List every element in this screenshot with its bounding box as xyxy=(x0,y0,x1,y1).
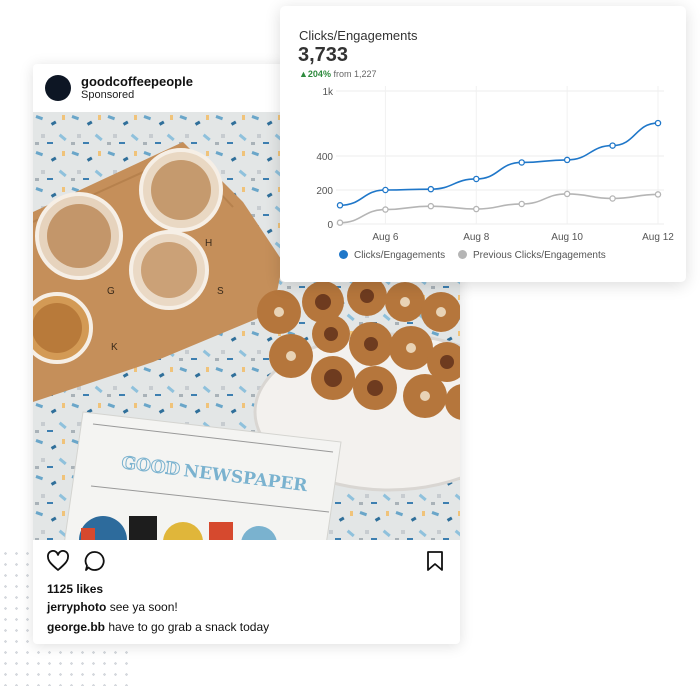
x-tick-label: Aug 10 xyxy=(551,232,583,243)
legend-dot-current xyxy=(339,250,348,259)
chart-legend: Clicks/Engagements Previous Clicks/Engag… xyxy=(339,250,616,261)
x-tick-label: Aug 8 xyxy=(463,232,490,243)
data-point xyxy=(336,219,344,226)
bookmark-icon[interactable] xyxy=(426,550,444,572)
data-point xyxy=(336,202,344,209)
data-point xyxy=(518,159,525,166)
legend-label: Previous Clicks/Engagements xyxy=(472,250,606,261)
board-letter-g: G xyxy=(107,286,115,297)
comment-text: see ya soon! xyxy=(109,600,178,614)
board-letter-s: S xyxy=(217,286,224,297)
y-tick-label: 1k xyxy=(322,87,334,98)
likes-count[interactable]: 1125 likes xyxy=(47,582,103,596)
post-username[interactable]: goodcoffeepeople xyxy=(81,74,193,89)
comment-item: jerryphoto see ya soon! xyxy=(47,600,178,614)
data-point xyxy=(382,206,389,213)
board-letter-k: K xyxy=(111,342,118,353)
engagement-line-chart: 0 200 400 1k Aug 6 Aug 8 Aug 10 Aug 12 xyxy=(316,86,674,243)
legend-label: Clicks/Engagements xyxy=(354,250,446,261)
y-tick-label: 0 xyxy=(327,220,333,231)
x-tick-label: Aug 12 xyxy=(642,232,674,243)
data-point xyxy=(473,205,480,213)
data-point xyxy=(563,190,571,198)
legend-dot-previous xyxy=(457,250,467,259)
comment-text: have to go grab a snack today xyxy=(108,620,270,634)
comment-item: george.bb have to go grab a snack today xyxy=(47,620,269,634)
heart-icon[interactable] xyxy=(46,550,70,572)
sponsored-label: Sponsored xyxy=(81,89,135,101)
legend-item-previous[interactable]: Previous Clicks/Engagements xyxy=(457,250,606,261)
series-line xyxy=(339,122,659,207)
y-tick-label: 400 xyxy=(316,152,333,163)
legend-item-current[interactable]: Clicks/Engagements xyxy=(339,250,445,261)
y-tick-label: 200 xyxy=(316,186,333,197)
data-point xyxy=(563,156,571,164)
data-point xyxy=(382,186,389,194)
data-point xyxy=(427,202,435,210)
data-point xyxy=(609,195,616,202)
engagement-stats-card: Clicks/Engagements 3,733 ▲204% from 1,22… xyxy=(280,6,686,282)
comment-icon[interactable] xyxy=(84,550,106,572)
data-point xyxy=(654,191,662,198)
data-point xyxy=(427,185,435,193)
x-tick-label: Aug 6 xyxy=(372,232,399,243)
data-point xyxy=(473,175,480,183)
avatar[interactable] xyxy=(45,75,71,101)
post-actions xyxy=(33,540,460,580)
data-point xyxy=(654,119,662,127)
data-point xyxy=(518,200,525,208)
comment-username[interactable]: jerryphoto xyxy=(47,600,106,614)
comment-username[interactable]: george.bb xyxy=(47,620,105,634)
data-point xyxy=(609,142,616,149)
board-letter-h: H xyxy=(205,238,212,249)
